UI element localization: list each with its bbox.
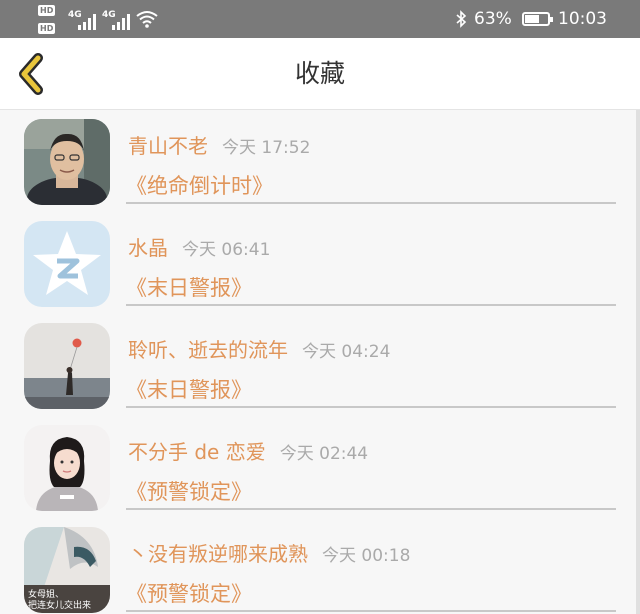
wifi-icon <box>136 11 158 28</box>
clock: 10:03 <box>558 9 607 29</box>
list-item-work: 《预警锁定》 <box>126 480 252 504</box>
list-item-user: 丶没有叛逆哪来成熟 今天 00:18 <box>128 542 411 566</box>
battery-percent: 63% <box>474 9 512 29</box>
list-item-work: 《绝命倒计时》 <box>126 174 273 198</box>
list-item-info: 水晶 今天 06:41 《末日警报》 <box>126 212 616 306</box>
avatar-overlay-text: 把连女儿交出来 <box>28 599 91 611</box>
list-item[interactable]: 青山不老 今天 17:52 《绝命倒计时》 <box>0 110 636 212</box>
list-item[interactable]: 不分手 de 恋爱 今天 02:44 《预警锁定》 <box>0 416 636 518</box>
list-item-info: 不分手 de 恋爱 今天 02:44 《预警锁定》 <box>126 416 616 510</box>
avatar-overlay-text: 女母姐、 <box>28 588 64 600</box>
list-item-time: 今天 04:24 <box>302 342 391 362</box>
avatar[interactable] <box>24 425 110 511</box>
signal-icon: 4G <box>102 10 134 32</box>
chevron-left-icon <box>19 53 43 95</box>
list-item-info: 聆听、逝去的流年 今天 04:24 《末日警报》 <box>126 314 616 408</box>
list-item-work: 《预警锁定》 <box>126 582 252 606</box>
hd-badge: HD <box>38 5 56 16</box>
list-item[interactable]: 水晶 今天 06:41 《末日警报》 <box>0 212 636 314</box>
avatar[interactable] <box>24 119 110 205</box>
battery-icon <box>522 12 553 26</box>
list-item-info: 青山不老 今天 17:52 《绝命倒计时》 <box>126 110 616 204</box>
list-item-work: 《末日警报》 <box>126 276 252 300</box>
status-bar: HD HD 4G 4G 63% 10:03 <box>0 0 640 38</box>
list-item-time: 今天 02:44 <box>279 444 369 464</box>
list-item-user: 聆听、逝去的流年 今天 04:24 <box>128 338 391 362</box>
hd-badge: HD <box>38 23 56 34</box>
signal-icon: 4G <box>68 10 100 32</box>
avatar[interactable] <box>24 221 110 307</box>
page-title: 收藏 <box>294 59 345 88</box>
list-item[interactable]: 女母姐、 把连女儿交出来 丶没有叛逆哪来成熟 今天 00:18 《预警锁定》 <box>0 518 636 614</box>
list-item-info: 丶没有叛逆哪来成熟 今天 00:18 《预警锁定》 <box>126 518 616 612</box>
avatar[interactable]: 女母姐、 把连女儿交出来 <box>24 527 110 613</box>
list-item-time: 今天 17:52 <box>222 138 311 158</box>
network-indicators: HD HD 4G 4G <box>38 2 168 36</box>
favorites-list[interactable]: 青山不老今天 17:52 《绝命倒计时》 水晶今天 06:41 《末日警报》 <box>0 110 640 614</box>
app-header: 收藏 <box>0 38 640 110</box>
avatar[interactable] <box>24 323 110 409</box>
list-item-user: 水晶 今天 06:41 <box>128 236 271 260</box>
list-item-time: 今天 00:18 <box>322 546 411 566</box>
list-item-time: 今天 06:41 <box>182 240 271 260</box>
list-item-work: 《末日警报》 <box>126 378 252 402</box>
list-item-user: 不分手 de 恋爱 今天 02:44 <box>128 440 369 464</box>
scrollbar[interactable] <box>636 110 640 614</box>
list-item[interactable]: 聆听、逝去的流年 今天 04:24 《末日警报》 <box>0 314 636 416</box>
status-indicators: 63% 10:03 <box>440 0 640 38</box>
back-button[interactable] <box>14 52 48 96</box>
bluetooth-icon <box>456 10 467 28</box>
list-item-user: 青山不老 今天 17:52 <box>128 134 311 158</box>
